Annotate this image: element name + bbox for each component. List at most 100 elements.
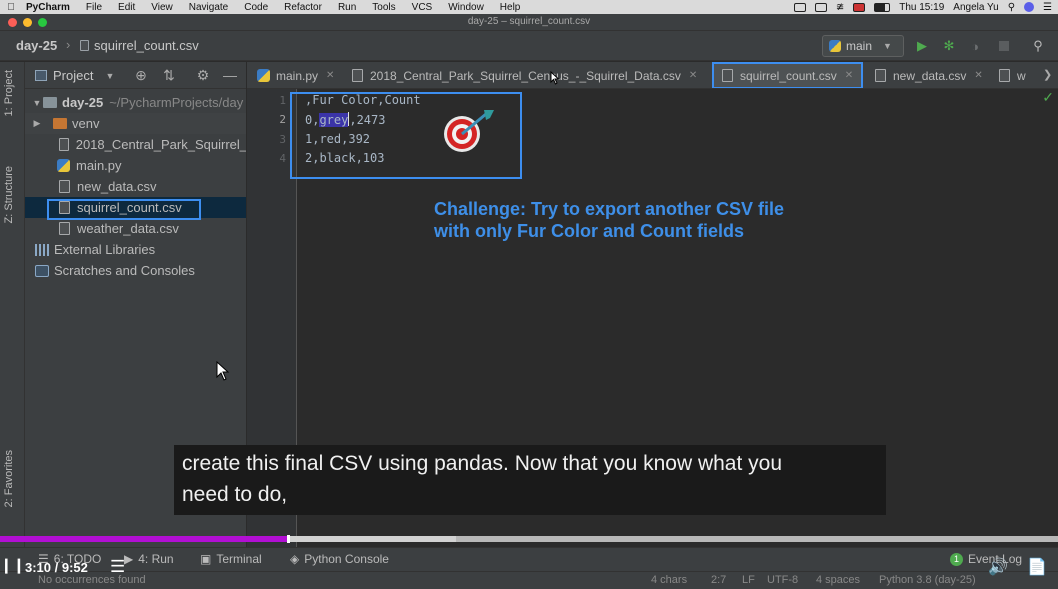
tree-item-census-csv[interactable]: 2018_Central_Park_Squirrel_ [25, 134, 246, 155]
stop-button[interactable] [996, 38, 1012, 54]
run-tool-button[interactable]: ▶ 4: Run [124, 552, 174, 566]
status-encoding[interactable]: UTF-8 [767, 574, 798, 586]
tab-census-csv[interactable]: 2018_Central_Park_Squirrel_Census_-_Squi… [352, 62, 697, 88]
tree-item-external-libraries[interactable]: External Libraries [25, 239, 246, 260]
chevron-down-icon: ▼ [883, 41, 892, 51]
structure-tool-tab[interactable]: Z: Structure [3, 166, 15, 223]
terminal-label: Terminal [216, 552, 262, 566]
battery-icon[interactable] [874, 2, 891, 12]
menu-window[interactable]: Window [440, 2, 492, 13]
tab-main-py[interactable]: main.py ✕ [257, 62, 334, 88]
csv-file-icon [722, 69, 733, 82]
user-name[interactable]: Angela Yu [953, 2, 998, 13]
event-log-tool-button[interactable]: 1 Event Log [950, 552, 1022, 566]
line-number: 3 [279, 133, 286, 146]
menu-list-icon[interactable]: ☰ [1043, 2, 1052, 13]
tree-item-venv[interactable]: ▶ venv [25, 113, 246, 134]
tab-weather-data-csv[interactable]: w [999, 62, 1026, 88]
close-icon[interactable]: ✕ [845, 70, 853, 81]
challenge-line-1: Challenge: Try to export another CSV fil… [434, 199, 785, 219]
run-config-select[interactable]: main ▼ [822, 35, 904, 57]
volume-icon[interactable]: 🔊 [988, 557, 1008, 577]
python-file-icon [57, 159, 70, 172]
menu-tools[interactable]: Tools [364, 2, 403, 13]
flag-icon[interactable] [853, 2, 866, 12]
apple-icon[interactable]:  [0, 2, 22, 13]
status-position[interactable]: 2:7 [711, 574, 726, 586]
challenge-line-2: with only Fur Color and Count fields [434, 221, 744, 241]
tab-new-data-csv[interactable]: new_data.csv ✕ [875, 62, 983, 88]
run-config-label: main [846, 39, 873, 53]
status-indent[interactable]: 4 spaces [816, 574, 860, 586]
csv-file-icon [59, 138, 69, 151]
favorites-tool-tab[interactable]: 2: Favorites [3, 450, 15, 507]
transcript-icon[interactable]: ☰ [110, 557, 125, 577]
code-line-4: 2,black,103 [305, 151, 385, 165]
chevron-right-icon[interactable]: ❯ [1043, 68, 1052, 81]
event-count-badge: 1 [950, 552, 963, 566]
menu-edit[interactable]: Edit [110, 2, 143, 13]
menu-vcs[interactable]: VCS [404, 2, 441, 13]
hide-panel-icon[interactable]: — [222, 67, 238, 83]
status-message: No occurrences found [38, 574, 146, 586]
screen-record-icon[interactable] [793, 2, 806, 12]
menu-file[interactable]: File [78, 2, 110, 13]
coverage-button[interactable]: ◑ [967, 38, 983, 54]
breadcrumb-file[interactable]: squirrel_count.csv [80, 38, 199, 53]
csv-file-icon [875, 69, 886, 82]
tree-item-new-data-csv[interactable]: new_data.csv [25, 176, 246, 197]
project-view-select[interactable]: Project ▼ [35, 68, 114, 83]
debug-button[interactable]: ✻ [941, 38, 957, 54]
run-icon: ▶ [124, 552, 134, 566]
breadcrumb-project[interactable]: day-25 [16, 38, 57, 53]
project-tool-tab[interactable]: 1: Project [3, 70, 15, 116]
code-text: ,2473 [349, 113, 386, 127]
close-icon[interactable]: ✕ [689, 70, 697, 81]
breadcrumb-file-label: squirrel_count.csv [94, 38, 199, 53]
run-button[interactable]: ▶ [914, 38, 930, 54]
menu-help[interactable]: Help [492, 2, 529, 13]
play-pause-button[interactable]: ❙❙ [0, 556, 25, 574]
target-dart-icon [444, 110, 494, 152]
video-subtitle: create this final CSV using pandas. Now … [174, 445, 886, 515]
tree-root-row[interactable]: ▼ day-25 ~/PycharmProjects/day [25, 92, 246, 113]
mouse-cursor-icon [550, 71, 560, 85]
mouse-cursor-icon [216, 361, 230, 381]
tree-item-scratches[interactable]: Scratches and Consoles [25, 260, 246, 281]
tree-item-main-py[interactable]: main.py [25, 155, 246, 176]
close-icon[interactable]: ✕ [974, 70, 982, 81]
video-progress-bar[interactable] [0, 535, 1058, 543]
tab-squirrel-count-csv[interactable]: squirrel_count.csv ✕ [712, 62, 864, 88]
display-icon[interactable] [814, 2, 827, 12]
tree-item-squirrel-count-csv[interactable]: squirrel_count.csv [25, 197, 246, 218]
menu-run[interactable]: Run [330, 2, 364, 13]
menu-view[interactable]: View [143, 2, 181, 13]
status-interpreter[interactable]: Python 3.8 (day-25) [879, 574, 976, 586]
check-icon: ✓ [1042, 89, 1054, 105]
search-icon[interactable]: ⚲ [1008, 2, 1015, 13]
tree-item-label: Scratches and Consoles [54, 263, 195, 278]
menu-app-name[interactable]: PyCharm [22, 2, 78, 13]
tree-item-weather-data-csv[interactable]: weather_data.csv [25, 218, 246, 239]
siri-icon[interactable] [1024, 2, 1035, 12]
menu-refactor[interactable]: Refactor [276, 2, 330, 13]
project-panel-title: Project [53, 68, 94, 83]
video-scrubber-handle[interactable] [286, 535, 290, 543]
tab-label: squirrel_count.csv [740, 68, 837, 83]
terminal-tool-button[interactable]: ▣ Terminal [200, 552, 262, 566]
status-line-separator[interactable]: LF [742, 574, 755, 586]
close-icon[interactable]: ✕ [326, 70, 334, 81]
collapse-all-icon[interactable]: ⇅ [161, 67, 177, 83]
wifi-icon[interactable]: ≇ [836, 2, 844, 13]
menu-navigate[interactable]: Navigate [181, 2, 236, 13]
python-console-tool-button[interactable]: ◈ Python Console [290, 552, 389, 566]
selected-text: grey [319, 113, 349, 127]
locate-icon[interactable]: ⊕ [133, 67, 149, 83]
gear-icon[interactable]: ⚙ [195, 67, 211, 83]
document-icon[interactable]: 📄 [1027, 557, 1047, 577]
clock[interactable]: Thu 15:19 [899, 2, 944, 13]
search-everywhere-icon[interactable]: ⚲ [1030, 38, 1046, 54]
csv-file-icon [352, 69, 363, 82]
macos-menu-bar:  PyCharm File Edit View Navigate Code R… [0, 0, 1058, 14]
menu-code[interactable]: Code [236, 2, 276, 13]
